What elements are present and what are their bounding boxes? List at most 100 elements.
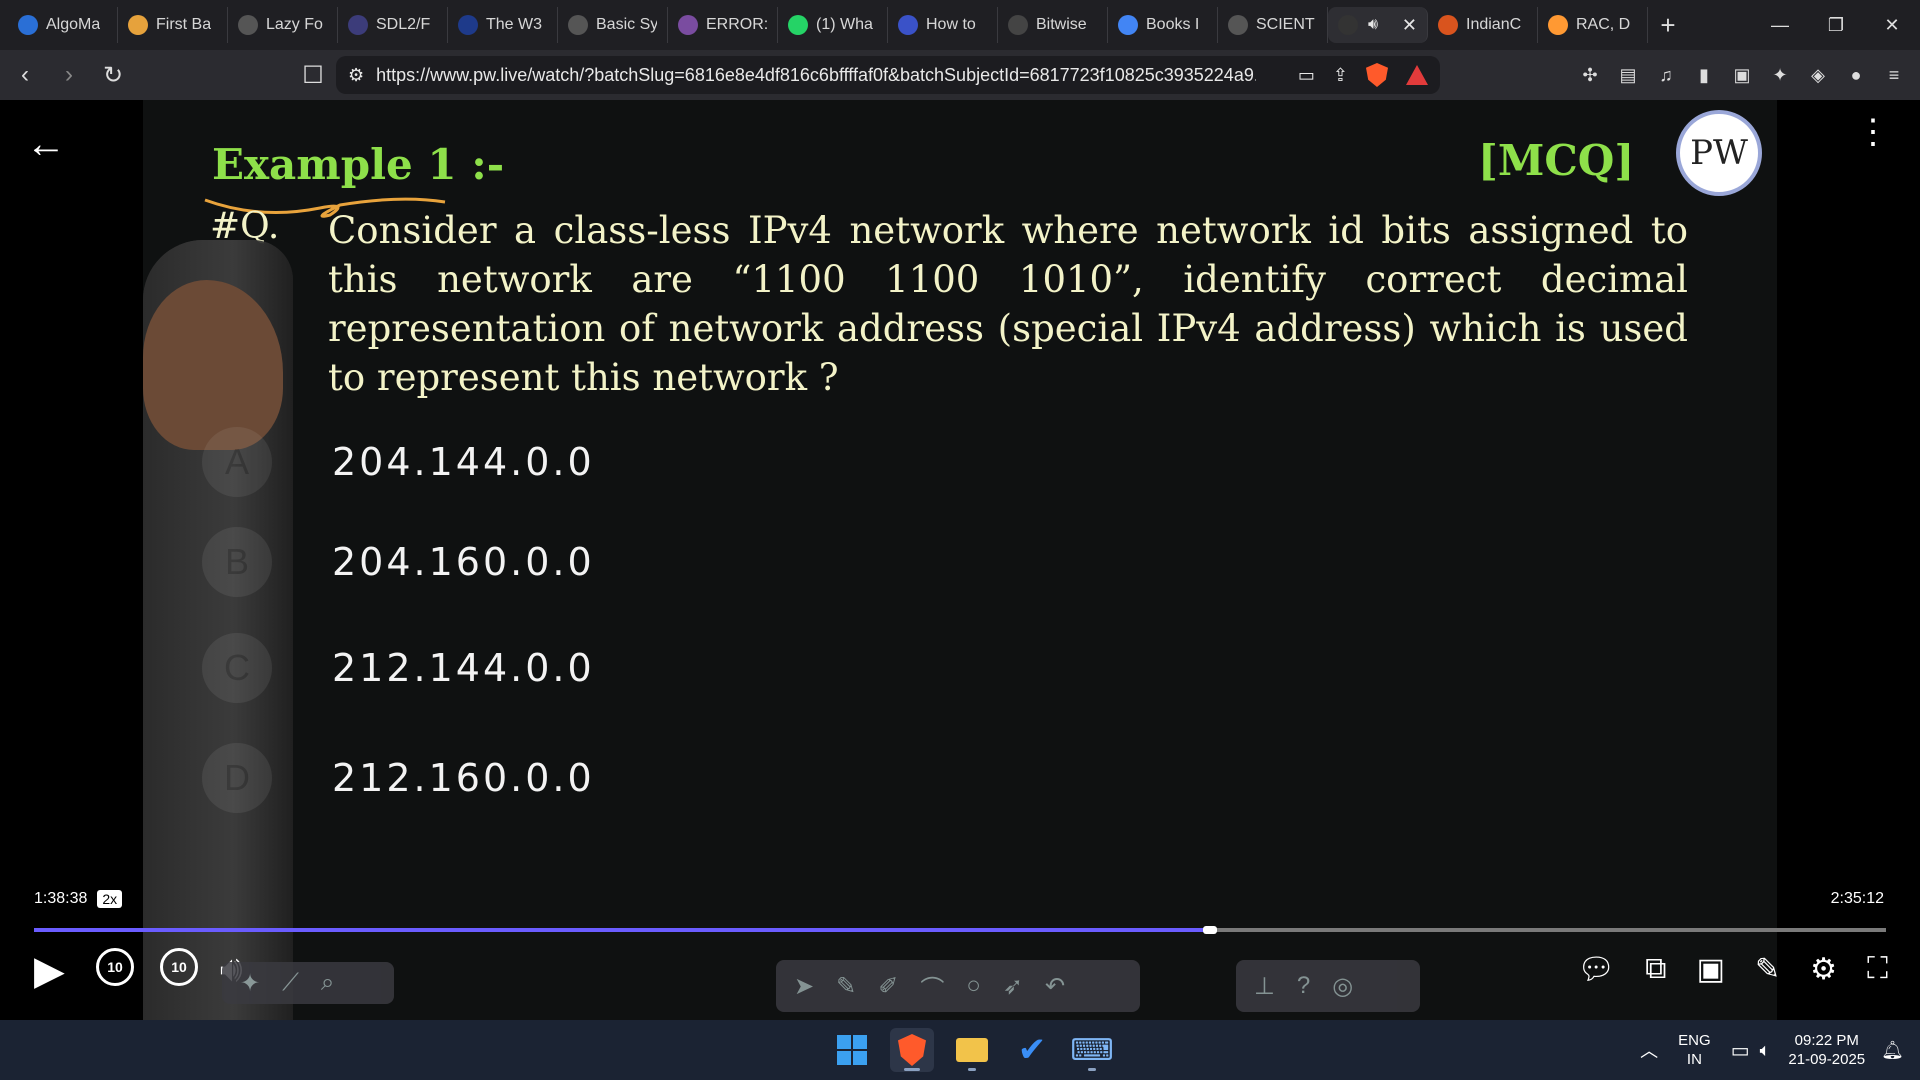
browser-tab[interactable]: SCIENT [1218, 7, 1328, 43]
more-options-icon[interactable]: ⋮ [1856, 115, 1890, 149]
browser-tab[interactable]: First Ba [118, 7, 228, 43]
brave-taskbar-button[interactable] [890, 1028, 934, 1072]
file-explorer-button[interactable] [950, 1028, 994, 1072]
seek-bar-knob[interactable] [1203, 926, 1218, 934]
tab-title: Bitwise [1036, 16, 1087, 33]
tab-title: How to [926, 16, 976, 33]
playback-speed[interactable]: 2x [97, 890, 123, 908]
language-indicator[interactable]: ENG IN [1678, 1031, 1711, 1069]
menu-icon[interactable]: ≡ [1882, 63, 1906, 87]
forward-nav-icon[interactable]: › [50, 56, 88, 94]
browser-tab[interactable]: The W3 [448, 7, 558, 43]
tab-audio-icon[interactable]: 🔊︎ [1368, 16, 1378, 34]
start-button[interactable] [830, 1028, 874, 1072]
site-info-icon[interactable]: ⚙ [348, 65, 364, 86]
browser-tab[interactable]: RAC, D [1538, 7, 1648, 43]
option-value: 212.160.0.0 [332, 756, 595, 800]
brave-shield-icon[interactable] [1366, 63, 1388, 87]
url-text[interactable]: https://www.pw.live/watch/?batchSlug=681… [376, 65, 1256, 86]
rewind-icon: 10 [96, 948, 134, 986]
browser-tab[interactable]: (1) Wha [778, 7, 888, 43]
fullscreen-icon[interactable]: ⛶ [1867, 952, 1888, 987]
minimize-icon[interactable]: — [1752, 0, 1808, 50]
lang-bottom: IN [1686, 1051, 1702, 1068]
reload-icon[interactable]: ↻ [94, 56, 132, 94]
seek-bar[interactable] [34, 926, 1886, 934]
brave-rewards-icon[interactable] [1406, 65, 1428, 85]
tab-title: ERROR: [706, 16, 767, 33]
profile-icon[interactable]: ● [1844, 63, 1868, 87]
bookmark-icon[interactable]: ☐ [294, 56, 332, 94]
back-arrow-icon[interactable]: ← [26, 122, 66, 167]
shape-icon: ⌒ [920, 975, 945, 1003]
lang-top: ENG [1678, 1032, 1711, 1049]
forward-button[interactable]: 10 [160, 948, 198, 986]
sdl-icon [348, 15, 368, 35]
undo-icon: ↶ [1044, 972, 1066, 1000]
play-icon[interactable]: ▶ [34, 948, 65, 994]
cast-icon[interactable]: ▭ [1298, 65, 1315, 86]
wallet-icon[interactable]: ▣ [1730, 63, 1754, 87]
media-icon[interactable]: ♫ [1654, 63, 1678, 87]
pen-toolbar-left: ✦ ⟋ ⌕ [222, 962, 394, 1004]
keyboard-button[interactable]: ⌨ [1070, 1028, 1114, 1072]
mcq-tag: [MCQ] [1478, 136, 1635, 185]
browser-tab[interactable]: Bitwise [998, 7, 1108, 43]
tab-title: RAC, D [1576, 16, 1631, 33]
browser-tab[interactable]: 🔊︎ ✕ [1328, 7, 1428, 43]
slides-icon[interactable]: ▣ [1697, 952, 1725, 987]
todo-button[interactable]: ✔ [1010, 1028, 1054, 1072]
close-tab-icon[interactable]: ✕ [1402, 15, 1417, 36]
google-icon [1118, 15, 1138, 35]
sidebar-icon[interactable]: ▮ [1692, 63, 1716, 87]
share-icon[interactable]: ⇪ [1333, 65, 1348, 86]
rewind-button[interactable]: 10 [96, 948, 134, 986]
leo-ai-icon[interactable]: ✦ [1768, 63, 1792, 87]
folder-icon [956, 1038, 988, 1062]
browser-tab[interactable]: Basic Sy [558, 7, 668, 43]
speaker-icon[interactable]: 🔈︎ [1760, 1040, 1771, 1061]
magic-wand-icon: ✦ [240, 969, 261, 997]
tab-title: The W3 [486, 16, 543, 33]
close-window-icon[interactable]: ✕ [1864, 0, 1920, 50]
chat-icon[interactable]: 💬︎ [1577, 952, 1615, 987]
new-tab-icon[interactable]: + [1648, 7, 1688, 43]
shield-icon [898, 15, 918, 35]
navigation-bar: ‹ › ↻ ☐ ⚙ https://www.pw.live/watch/?bat… [0, 50, 1920, 100]
notification-bell-icon[interactable]: 🔔︎ [1881, 1040, 1904, 1061]
back-nav-icon[interactable]: ‹ [6, 56, 44, 94]
browser-tab[interactable]: How to [888, 7, 998, 43]
tab-title: (1) Wha [816, 16, 873, 33]
browser-tab[interactable]: Lazy Fo [228, 7, 338, 43]
openai-icon [1228, 15, 1248, 35]
network-icon[interactable]: ▭ [1731, 1038, 1750, 1063]
browser-tab[interactable]: ERROR: [668, 7, 778, 43]
browser-tab[interactable]: IndianC [1428, 7, 1538, 43]
vpn-icon[interactable]: ◈ [1806, 63, 1830, 87]
taskbar: ✔ ⌨ ︿ ENG IN ▭ 🔈︎ 09:22 PM 21-09-2025 🔔︎ [0, 1020, 1920, 1080]
taskbar-apps: ✔ ⌨ [830, 1028, 1114, 1072]
browser-tab[interactable]: SDL2/F [338, 7, 448, 43]
video-player[interactable]: ← ⋮ Example 1 :- [MCQ] PW #Q. Consider a… [0, 100, 1920, 1020]
pw-logo: PW [1676, 110, 1762, 196]
player-right-controls: 💬︎ ⧉ ▣ ✎ ⚙ ⛶ [1577, 952, 1888, 987]
show-hidden-icons-icon[interactable]: ︿ [1640, 1037, 1658, 1063]
tab-strip: AlgoMa First Ba Lazy Fo SDL2/F The W3 Basic S… [0, 0, 1920, 50]
notes-icon[interactable]: ✎ [1755, 952, 1780, 987]
address-bar[interactable]: ⚙ https://www.pw.live/watch/?batchSlug=6… [336, 56, 1440, 94]
pin-icon: ⊥ [1254, 972, 1275, 1000]
tab-title: Basic Sy [596, 16, 657, 33]
whatsapp-icon [788, 15, 808, 35]
reader-mode-icon[interactable]: ▤ [1616, 63, 1640, 87]
zoom-icon: ⌕ [320, 969, 335, 996]
flag-icon [1548, 15, 1568, 35]
browser-tab[interactable]: AlgoMa [8, 7, 118, 43]
translate-icon[interactable]: ⧉ [1645, 952, 1666, 987]
restore-icon[interactable]: ❐ [1808, 0, 1864, 50]
settings-gear-icon[interactable]: ⚙ [1810, 952, 1837, 987]
browser-tab[interactable]: Books I [1108, 7, 1218, 43]
clock-time: 09:22 PM [1794, 1032, 1859, 1049]
clock[interactable]: 09:22 PM 21-09-2025 [1788, 1031, 1865, 1069]
extensions-icon[interactable]: ✣ [1578, 63, 1602, 87]
tab-title: First Ba [156, 16, 212, 33]
